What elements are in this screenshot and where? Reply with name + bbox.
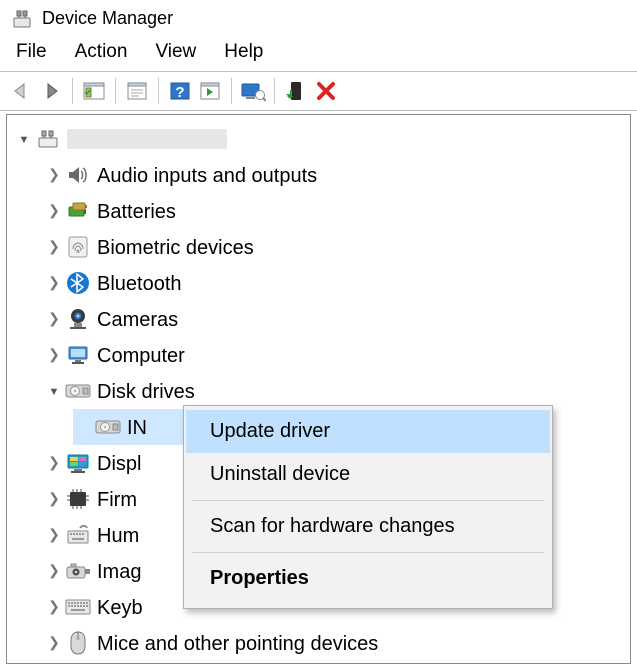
tree-item-label: Cameras (97, 308, 178, 330)
expand-icon[interactable] (43, 635, 65, 651)
menu-help[interactable]: Help (224, 41, 263, 63)
back-button[interactable] (7, 77, 35, 105)
device-manager-icon (12, 9, 32, 29)
speaker-icon (65, 162, 91, 188)
expand-icon[interactable] (43, 239, 65, 255)
bluetooth-icon (65, 270, 91, 296)
menu-file[interactable]: File (16, 41, 47, 63)
tree-item-label: Displ (97, 452, 141, 474)
menu-action[interactable]: Action (75, 41, 128, 63)
expand-icon[interactable] (43, 203, 65, 219)
tree-item-label: Audio inputs and outputs (97, 164, 317, 186)
uninstall-device-button[interactable] (312, 77, 340, 105)
expand-icon[interactable] (43, 455, 65, 471)
action-button[interactable] (196, 77, 224, 105)
show-hide-tree-button[interactable] (80, 77, 108, 105)
ctx-separator (192, 500, 544, 501)
mouse-icon (65, 630, 91, 656)
toolbar-separator (72, 78, 73, 104)
imaging-icon (65, 558, 91, 584)
ctx-scan-hardware[interactable]: Scan for hardware changes (186, 505, 550, 548)
expand-icon[interactable] (43, 167, 65, 183)
disk-icon (65, 378, 91, 404)
update-driver-button[interactable] (282, 77, 310, 105)
root-label-redacted (67, 129, 227, 149)
properties-button[interactable] (123, 77, 151, 105)
tree-item-mice[interactable]: Mice and other pointing devices (13, 625, 630, 661)
help-button[interactable]: ? (166, 77, 194, 105)
tree-item-biometric[interactable]: Biometric devices (13, 229, 630, 265)
expand-icon[interactable] (43, 347, 65, 363)
tree-item-batteries[interactable]: Batteries (13, 193, 630, 229)
disk-icon (95, 414, 121, 440)
tree-item-label: Batteries (97, 200, 176, 222)
firmware-icon (65, 486, 91, 512)
window-titlebar: Device Manager (0, 0, 637, 35)
expand-icon[interactable] (43, 599, 65, 615)
tree-root[interactable] (13, 121, 630, 157)
computer-root-icon (35, 126, 61, 152)
tree-item-label: Bluetooth (97, 272, 182, 294)
window-title: Device Manager (42, 8, 173, 29)
menu-view[interactable]: View (155, 41, 196, 63)
ctx-uninstall-device[interactable]: Uninstall device (186, 453, 550, 496)
collapse-icon[interactable] (43, 383, 65, 399)
scan-hardware-button[interactable] (239, 77, 267, 105)
fingerprint-icon (65, 234, 91, 260)
expand-icon[interactable] (43, 311, 65, 327)
tree-item-label: IN (127, 416, 147, 438)
tree-item-cameras[interactable]: Cameras (13, 301, 630, 337)
toolbar-separator (158, 78, 159, 104)
expand-icon[interactable] (43, 275, 65, 291)
svg-text:?: ? (175, 84, 184, 101)
ctx-update-driver[interactable]: Update driver (186, 410, 550, 453)
context-menu: Update driver Uninstall device Scan for … (183, 405, 553, 609)
expand-icon[interactable] (43, 527, 65, 543)
forward-button[interactable] (37, 77, 65, 105)
tree-item-label: Hum (97, 524, 139, 546)
tree-item-label: Biometric devices (97, 236, 254, 258)
ctx-properties[interactable]: Properties (186, 557, 550, 600)
keyboard-icon (65, 594, 91, 620)
tree-item-audio[interactable]: Audio inputs and outputs (13, 157, 630, 193)
menubar: File Action View Help (0, 35, 637, 71)
tree-item-bluetooth[interactable]: Bluetooth (13, 265, 630, 301)
tree-item-label: Keyb (97, 596, 143, 618)
camera-icon (65, 306, 91, 332)
expand-icon[interactable] (43, 563, 65, 579)
hid-icon (65, 522, 91, 548)
ctx-separator (192, 552, 544, 553)
tree-item-label: Mice and other pointing devices (97, 632, 378, 654)
toolbar-separator (274, 78, 275, 104)
toolbar: ? (0, 71, 637, 111)
display-icon (65, 450, 91, 476)
tree-item-computer[interactable]: Computer (13, 337, 630, 373)
expand-icon[interactable] (13, 131, 35, 147)
tree-item-label: Computer (97, 344, 185, 366)
toolbar-separator (115, 78, 116, 104)
computer-icon (65, 342, 91, 368)
tree-item-label: Disk drives (97, 380, 195, 402)
tree-item-disk-drives[interactable]: Disk drives (13, 373, 630, 409)
device-tree-pane: Audio inputs and outputs Batteries Biome… (6, 114, 631, 664)
expand-icon[interactable] (43, 491, 65, 507)
tree-item-label: Imag (97, 560, 141, 582)
battery-icon (65, 198, 91, 224)
tree-item-label: Firm (97, 488, 137, 510)
toolbar-separator (231, 78, 232, 104)
